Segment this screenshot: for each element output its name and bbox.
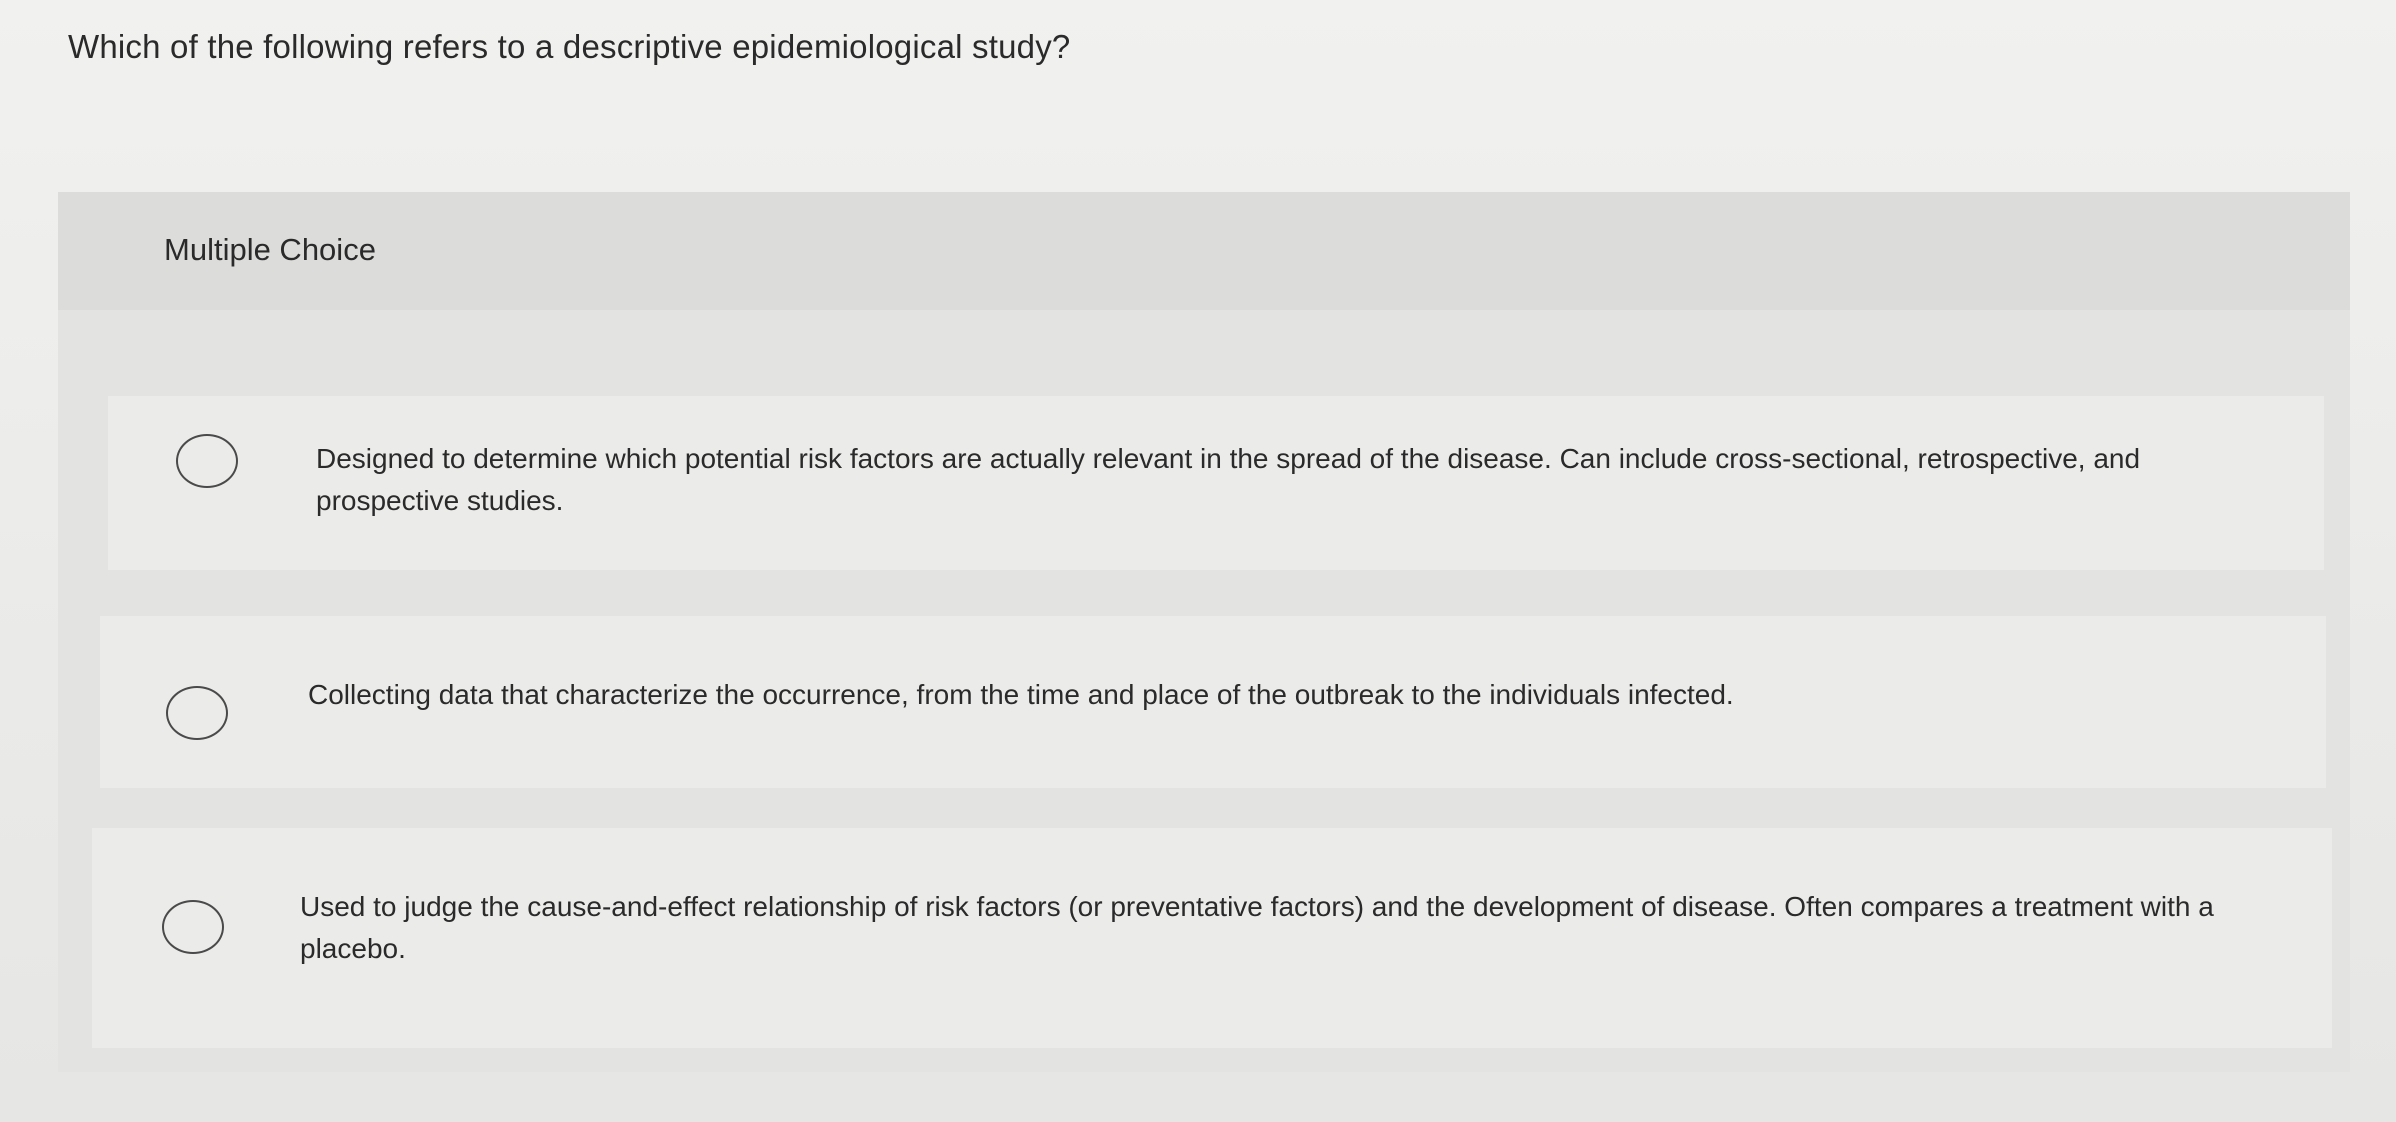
radio-button-option-1[interactable]	[176, 434, 238, 488]
card-header-label: Multiple Choice	[164, 232, 376, 267]
radio-button-option-3[interactable]	[162, 900, 224, 954]
option-3-text: Used to judge the cause-and-effect relat…	[300, 891, 2214, 964]
option-2-text: Collecting data that characterize the oc…	[308, 679, 1734, 710]
question-text: Which of the following refers to a descr…	[68, 28, 1071, 65]
card-header: Multiple Choice	[58, 192, 2350, 310]
option-1-text: Designed to determine which potential ri…	[316, 443, 2141, 516]
answer-option-3[interactable]: Used to judge the cause-and-effect relat…	[92, 828, 2332, 1048]
radio-button-option-2[interactable]	[166, 686, 228, 740]
page: Which of the following refers to a descr…	[0, 0, 2396, 1122]
answer-option-1[interactable]: Designed to determine which potential ri…	[108, 396, 2324, 570]
answer-option-2[interactable]: Collecting data that characterize the oc…	[100, 616, 2326, 788]
